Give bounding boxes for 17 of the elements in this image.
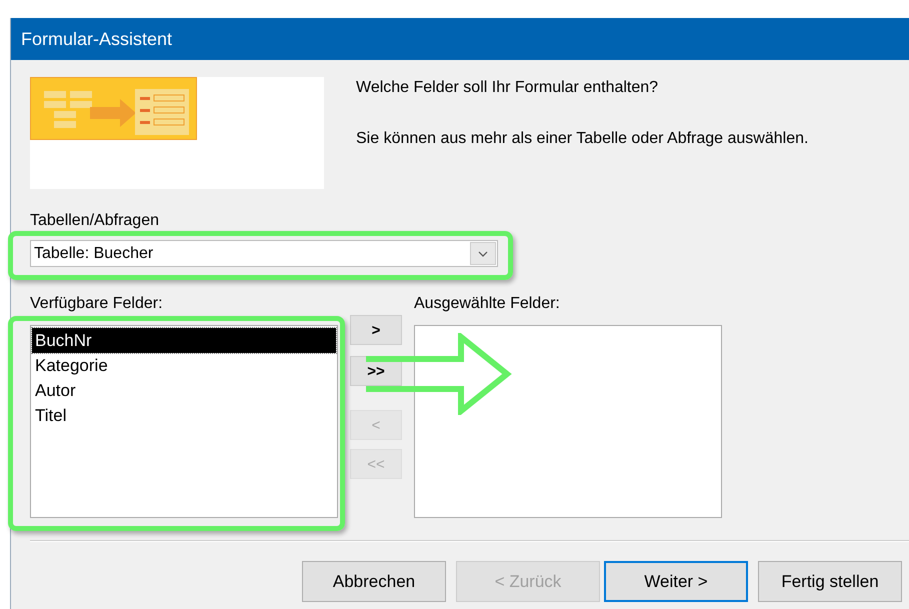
dialog-button[interactable]: Fertig stellen: [758, 561, 902, 602]
field-label: Verfügbare Felder:: [30, 295, 163, 313]
list-item[interactable]: BuchNr: [32, 328, 336, 353]
instruction-text: Sie können aus mehr als einer Tabelle oder Abfrage auswählen.: [356, 130, 808, 148]
list-item[interactable]: Autor: [32, 378, 336, 403]
field-label: Tabellen/Abfragen: [30, 212, 159, 230]
field-label: Ausgewählte Felder:: [414, 295, 560, 313]
window-title: Formular-Assistent: [21, 28, 172, 50]
dialog-button[interactable]: Weiter >: [604, 561, 748, 602]
table-dropdown[interactable]: Tabelle: Buecher: [30, 240, 498, 267]
dropdown-button[interactable]: [470, 242, 496, 265]
list-item[interactable]: Titel: [32, 403, 336, 428]
list-item[interactable]: Kategorie: [32, 353, 336, 378]
dialog-button[interactable]: Abbrechen: [302, 561, 446, 602]
chevron-down-icon: [478, 250, 488, 256]
move-button[interactable]: >: [350, 315, 402, 345]
instruction-text: Welche Felder soll Ihr Formular enthalten?: [356, 79, 660, 97]
